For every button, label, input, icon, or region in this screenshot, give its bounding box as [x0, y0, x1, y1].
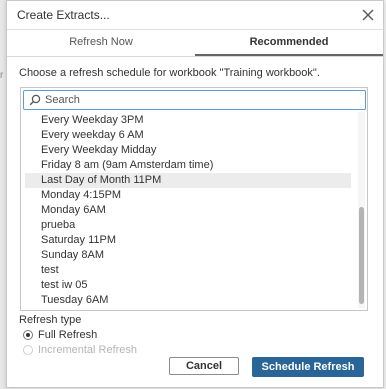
search-input[interactable] [45, 92, 355, 108]
schedule-item[interactable]: Friday 8 am (9am Amsterdam time) [25, 158, 351, 173]
schedule-item[interactable]: Sunday 8AM [25, 248, 351, 263]
dialog-titlebar: Create Extracts... [7, 1, 383, 30]
incremental-refresh-radio [23, 345, 33, 355]
schedule-item[interactable]: Every Weekday Midday [25, 143, 351, 158]
incremental-refresh-option: Incremental Refresh [23, 343, 137, 357]
create-extracts-dialog: Create Extracts... Refresh Now Recommend… [6, 0, 384, 388]
tab-recommended[interactable]: Recommended [195, 29, 383, 55]
full-refresh-radio[interactable] [23, 330, 33, 340]
schedule-item[interactable]: test [25, 263, 351, 278]
schedule-list-box: Every Weekday 3PMEvery weekday 6 AMEvery… [20, 87, 368, 311]
full-refresh-option[interactable]: Full Refresh [23, 328, 97, 342]
schedule-refresh-button[interactable]: Schedule Refresh [252, 357, 364, 377]
scrollbar-thumb[interactable] [359, 207, 364, 304]
tab-bar: Refresh Now Recommended [7, 29, 383, 57]
incremental-refresh-label: Incremental Refresh [38, 344, 138, 356]
search-icon [29, 94, 41, 106]
full-refresh-label: Full Refresh [38, 329, 98, 341]
tab-refresh-now[interactable]: Refresh Now [7, 29, 195, 55]
refresh-type-label: Refresh type [19, 314, 82, 326]
schedule-item[interactable]: Every Weekday 3PM [25, 113, 351, 128]
schedule-prompt: Choose a refresh schedule for workbook "… [19, 67, 320, 79]
schedule-item[interactable]: Monday 6AM [25, 203, 351, 218]
schedule-item[interactable]: Last Day of Month 11PM [25, 173, 351, 188]
close-icon[interactable] [359, 6, 377, 24]
schedule-item[interactable]: Every weekday 6 AM [25, 128, 351, 143]
active-tab-indicator [195, 54, 383, 56]
schedule-item[interactable]: Monday 4:15PM [25, 188, 351, 203]
background-window-text: r [0, 70, 4, 81]
schedule-item[interactable]: Tuesday 6AM [25, 293, 351, 308]
schedule-list: Every Weekday 3PM Every weekday 6 AM Every… [25, 113, 351, 308]
cancel-button[interactable]: Cancel [169, 357, 239, 375]
schedule-item[interactable]: test iw 05 [25, 278, 351, 293]
schedule-item[interactable]: prueba [25, 218, 351, 233]
dialog-title: Create Extracts... [17, 8, 110, 22]
schedule-item[interactable]: Saturday 11PM [25, 233, 351, 248]
scrollbar[interactable] [358, 112, 365, 308]
search-field[interactable] [23, 90, 366, 110]
